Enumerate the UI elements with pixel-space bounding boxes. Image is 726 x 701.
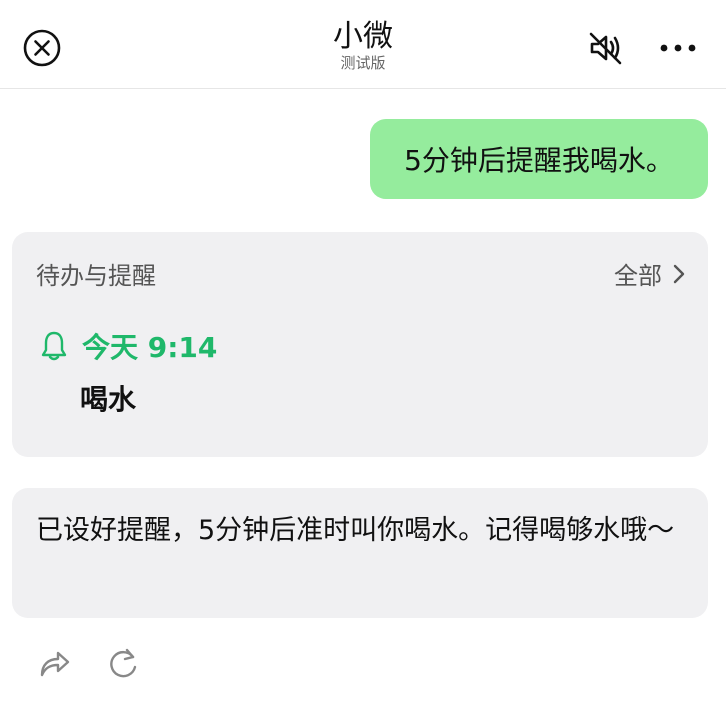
view-all-link[interactable]: 全部	[614, 256, 686, 291]
todo-card-title: 待办与提醒	[36, 262, 156, 290]
mute-icon[interactable]	[584, 27, 626, 69]
reminder-title: 喝水	[80, 383, 137, 416]
user-message-bubble: 5分钟后提醒我喝水。	[370, 119, 708, 199]
reminder-item[interactable]: 今天 9:14	[40, 326, 217, 366]
view-all-label: 全部	[614, 262, 662, 290]
chevron-right-icon	[673, 264, 685, 283]
share-arrow-icon[interactable]	[36, 645, 72, 681]
reminder-time: 今天 9:14	[82, 331, 218, 364]
more-icon[interactable]	[656, 33, 700, 63]
top-bar: 小微 测试版	[0, 0, 726, 89]
todo-reminder-card[interactable]: 待办与提醒 全部 今天 9:14 喝水	[12, 232, 708, 457]
assistant-message-bubble: 已设好提醒，5分钟后准时叫你喝水。记得喝够水哦～	[12, 488, 708, 618]
refresh-icon[interactable]	[104, 645, 142, 683]
bell-icon	[41, 331, 67, 361]
